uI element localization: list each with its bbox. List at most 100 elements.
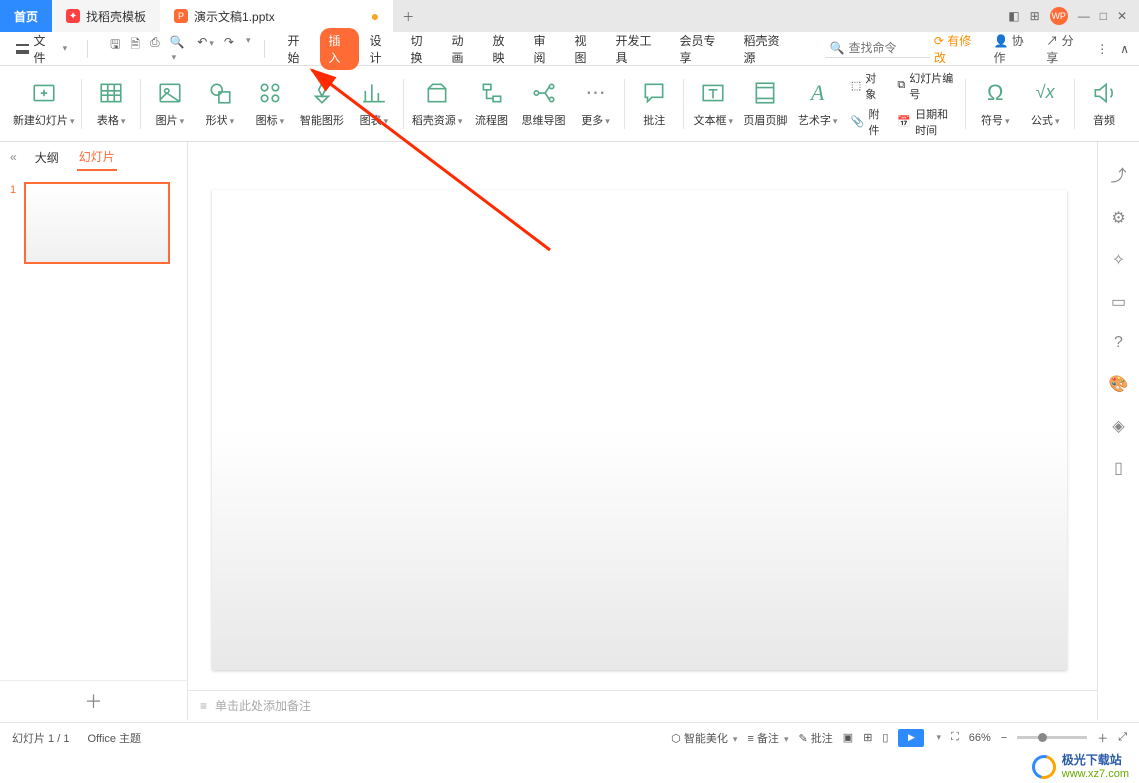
object-button[interactable]: ⬚ 对象 bbox=[851, 70, 882, 102]
view-reading[interactable]: ▯ bbox=[882, 731, 888, 744]
icon-button[interactable]: 图标▾ bbox=[245, 80, 295, 128]
zoom-level[interactable]: 66% bbox=[969, 732, 991, 744]
share-button[interactable]: ↗ 分享 bbox=[1046, 32, 1084, 66]
header-footer-button[interactable]: 页眉页脚 bbox=[738, 80, 792, 128]
user-avatar[interactable]: WP bbox=[1050, 7, 1068, 25]
sidebar-diamond-icon[interactable]: ◈ bbox=[1112, 416, 1124, 436]
tab-docell-res[interactable]: 稻壳资源 bbox=[735, 28, 797, 70]
tab-view[interactable]: 视图 bbox=[566, 28, 605, 70]
collapse-panel-icon[interactable]: « bbox=[10, 150, 17, 164]
command-search[interactable]: 🔍 bbox=[825, 39, 929, 58]
attachment-button[interactable]: 📎 附件 bbox=[851, 106, 882, 138]
resource-icon bbox=[424, 80, 450, 106]
sidebar-sparkle-icon[interactable]: ✧ bbox=[1112, 250, 1125, 270]
docell-resource-button[interactable]: 稻壳资源▾ bbox=[408, 80, 467, 128]
picture-icon bbox=[157, 80, 183, 106]
slide-thumbnail-1[interactable]: 1 bbox=[10, 182, 177, 264]
smartart-button[interactable]: 智能图形 bbox=[295, 80, 349, 128]
notes-icon: ≡ bbox=[200, 699, 207, 713]
notes-bar[interactable]: ≡ 单击此处添加备注 bbox=[188, 690, 1097, 720]
collab-button[interactable]: 👤 协作 bbox=[993, 32, 1034, 66]
tab-animation[interactable]: 动画 bbox=[443, 28, 482, 70]
sidebar-present-icon[interactable]: ▭ bbox=[1111, 292, 1126, 312]
sidebar-palette-icon[interactable]: 🎨 bbox=[1109, 374, 1129, 394]
sidebar-help-icon[interactable]: ? bbox=[1114, 334, 1123, 352]
zoom-out[interactable]: − bbox=[1001, 732, 1007, 744]
more-menu[interactable]: ⋮ bbox=[1096, 42, 1108, 56]
ribbon: 新建幻灯片▾ 表格▾ 图片▾ 形状▾ 图标▾ 智能图形 图表▾ 稻壳资源▾ 流程… bbox=[0, 66, 1139, 142]
ribbon-tabs: 开始 插入 设计 切换 动画 放映 审阅 视图 开发工具 会员专享 稻壳资源 bbox=[279, 28, 797, 70]
grid-icon[interactable]: ⊞ bbox=[1030, 9, 1040, 23]
shape-button[interactable]: 形状▾ bbox=[195, 80, 245, 128]
tab-member[interactable]: 会员专享 bbox=[671, 28, 733, 70]
picture-button[interactable]: 图片▾ bbox=[145, 80, 195, 128]
save-icon[interactable]: 🖫 bbox=[110, 35, 120, 63]
play-slideshow-button[interactable]: ▶ bbox=[898, 729, 924, 747]
minimize-button[interactable]: — bbox=[1078, 9, 1090, 23]
beautify-button[interactable]: ⬡ 智能美化 ▾ bbox=[671, 730, 737, 746]
close-button[interactable]: ✕ bbox=[1117, 9, 1127, 23]
tab-transition[interactable]: 切换 bbox=[402, 28, 441, 70]
formula-button[interactable]: √x 公式▾ bbox=[1020, 80, 1070, 128]
table-button[interactable]: 表格▾ bbox=[86, 80, 136, 128]
slide-number-button[interactable]: ⧉ 幻灯片编号 bbox=[897, 70, 953, 102]
window-controls: ◧ ⊞ WP — □ ✕ bbox=[1008, 0, 1139, 32]
slides-tab[interactable]: 幻灯片 bbox=[77, 144, 117, 171]
export-icon[interactable]: 🗎 bbox=[130, 35, 140, 63]
tab-slideshow[interactable]: 放映 bbox=[484, 28, 523, 70]
redo-icon[interactable]: ↷ bbox=[224, 35, 234, 63]
table-icon bbox=[98, 80, 124, 106]
comments-toggle[interactable]: ✎ 批注 bbox=[799, 730, 833, 746]
datetime-button[interactable]: 📅 日期和时间 bbox=[897, 106, 953, 138]
flowchart-button[interactable]: 流程图 bbox=[467, 80, 517, 128]
tab-review[interactable]: 审阅 bbox=[525, 28, 564, 70]
add-slide-button[interactable]: ＋ bbox=[0, 680, 187, 720]
mindmap-button[interactable]: 思维导图 bbox=[517, 80, 571, 128]
textbox-icon bbox=[700, 80, 726, 106]
notes-toggle[interactable]: ≡ 备注 ▾ bbox=[747, 730, 788, 746]
view-sorter[interactable]: ⊞ bbox=[863, 731, 872, 744]
tab-insert[interactable]: 插入 bbox=[320, 28, 359, 70]
print-icon[interactable]: ⎙ bbox=[150, 35, 160, 63]
preview-icon[interactable]: 🔍▾ bbox=[170, 35, 188, 63]
symbol-button[interactable]: Ω 符号▾ bbox=[970, 80, 1020, 128]
chart-icon bbox=[361, 80, 387, 106]
comment-button[interactable]: 批注 bbox=[629, 80, 679, 128]
menu-bar: 文件 ▾ 🖫 🗎 ⎙ 🔍▾ ↶▾ ↷ ▾ 开始 插入 设计 切换 动画 放映 审… bbox=[0, 32, 1139, 66]
layout-icon[interactable]: ◧ bbox=[1008, 9, 1019, 23]
tab-start[interactable]: 开始 bbox=[279, 28, 318, 70]
flowchart-icon bbox=[479, 80, 505, 106]
notes-placeholder: 单击此处添加备注 bbox=[215, 697, 311, 714]
slide-canvas[interactable] bbox=[212, 190, 1067, 670]
chart-button[interactable]: 图表▾ bbox=[349, 80, 399, 128]
maximize-button[interactable]: □ bbox=[1100, 9, 1107, 23]
audio-button[interactable]: 音频 bbox=[1079, 80, 1129, 128]
sidebar-launch-icon[interactable]: ⤴ bbox=[1110, 162, 1126, 186]
sidebar-book-icon[interactable]: ▯ bbox=[1114, 458, 1123, 478]
fullscreen-button[interactable]: ⤢ bbox=[1118, 731, 1127, 744]
view-normal[interactable]: ▣ bbox=[843, 731, 853, 744]
tab-design[interactable]: 设计 bbox=[361, 28, 400, 70]
search-input[interactable] bbox=[848, 41, 928, 55]
undo-icon[interactable]: ↶▾ bbox=[197, 35, 214, 63]
new-slide-icon bbox=[31, 80, 57, 106]
collapse-ribbon[interactable]: ∧ bbox=[1120, 42, 1129, 56]
textbox-button[interactable]: 文本框▾ bbox=[688, 80, 738, 128]
modified-indicator[interactable]: ⟳ 有修改 bbox=[934, 32, 982, 66]
file-menu[interactable]: 文件 ▾ bbox=[10, 28, 73, 70]
fit-button[interactable]: ⛶ bbox=[951, 731, 959, 744]
zoom-in[interactable]: ＋ bbox=[1097, 730, 1108, 746]
mindmap-icon bbox=[531, 80, 557, 106]
comment-icon bbox=[641, 80, 667, 106]
new-slide-button[interactable]: 新建幻灯片▾ bbox=[10, 80, 77, 128]
theme-name: Office 主题 bbox=[87, 730, 141, 746]
tab-devtools[interactable]: 开发工具 bbox=[607, 28, 669, 70]
more-button[interactable]: ⋯ 更多▾ bbox=[570, 80, 620, 128]
watermark: 极光下载站 www.xz7.com bbox=[1032, 752, 1139, 782]
wordart-icon: A bbox=[805, 80, 831, 106]
outline-tab[interactable]: 大纲 bbox=[33, 145, 61, 170]
unsaved-indicator: ● bbox=[371, 8, 379, 24]
wordart-button[interactable]: A 艺术字▾ bbox=[792, 80, 842, 128]
zoom-slider[interactable] bbox=[1017, 736, 1087, 739]
sidebar-settings-icon[interactable]: ⚙ bbox=[1111, 208, 1125, 228]
